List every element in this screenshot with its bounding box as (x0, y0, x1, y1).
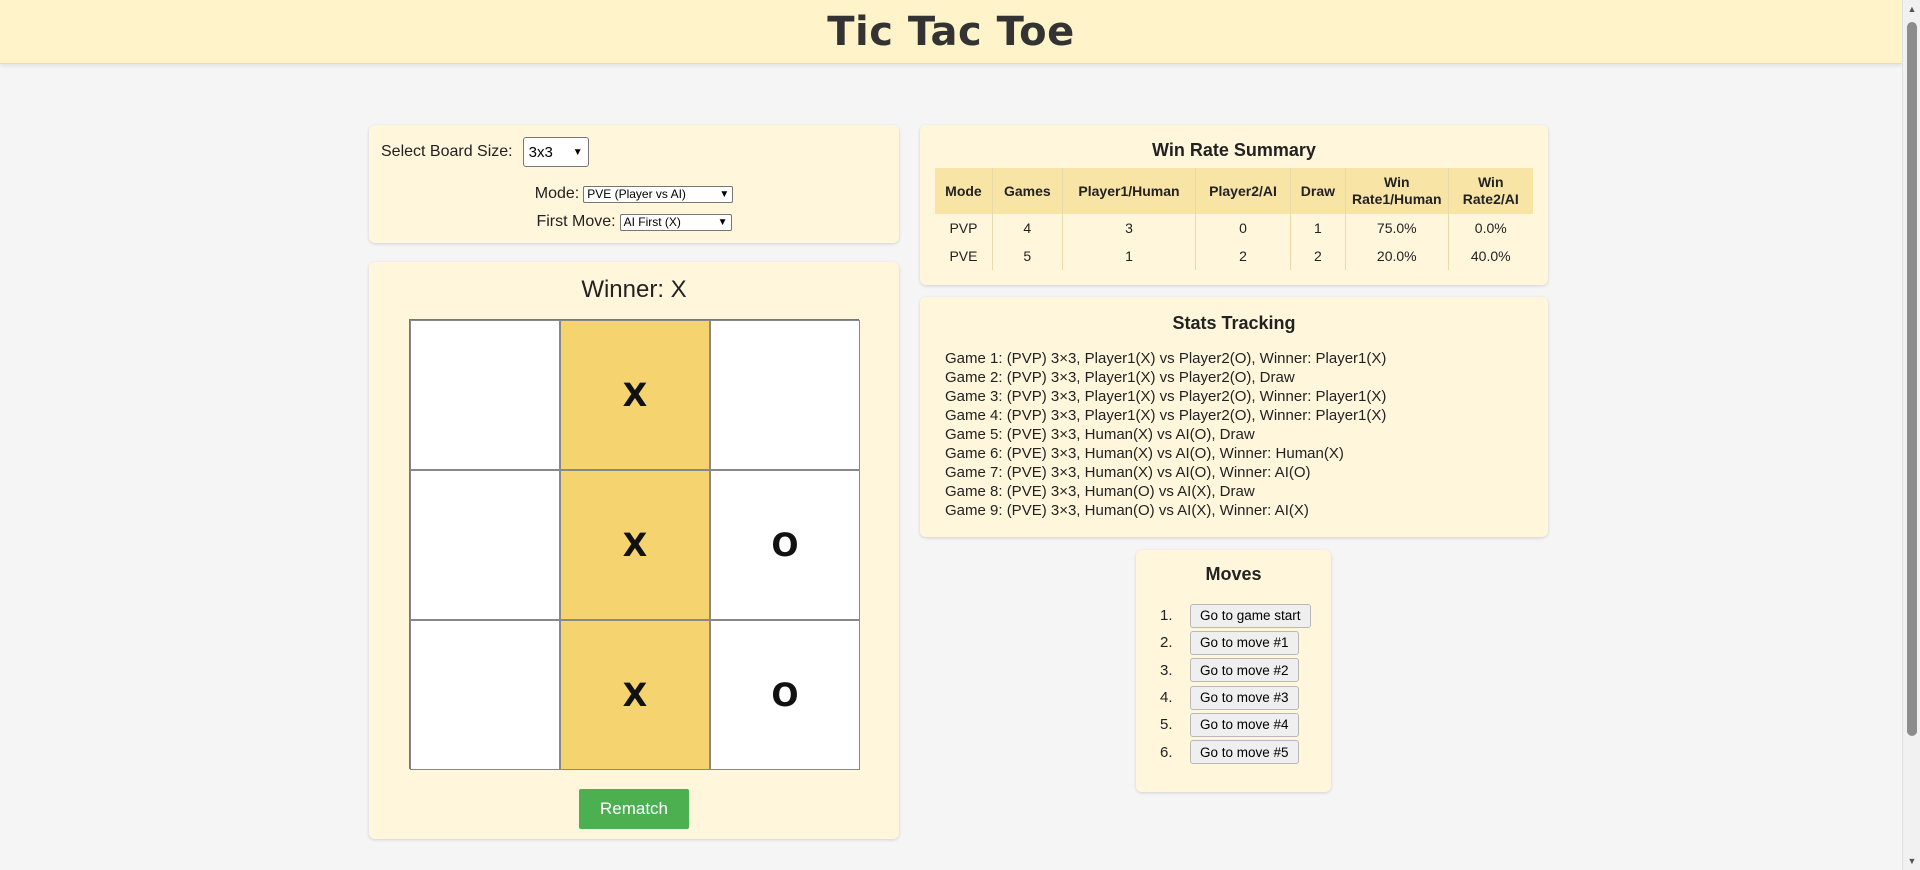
column-header: Win Rate1/Human (1345, 168, 1449, 214)
table-cell: 2 (1195, 242, 1291, 270)
win-rate-table: Mode Games Player1/Human Player2/AI Draw… (935, 168, 1533, 270)
go-to-move-button[interactable]: Go to move #3 (1190, 685, 1299, 710)
table-cell: 0.0% (1474, 220, 1507, 236)
table-cell: 1 (1290, 214, 1347, 242)
go-to-move-button[interactable]: Go to move #5 (1190, 740, 1299, 765)
board-size-row: Select Board Size: 3x3 ▼ (381, 137, 589, 167)
first-move-row: First Move: AI First (X) ▼ (369, 213, 899, 231)
column-header: Draw (1290, 168, 1347, 214)
list-item: Game 1: (PVP) 3×3, Player1(X) vs Player2… (945, 350, 1387, 367)
list-item: Game 4: (PVP) 3×3, Player1(X) vs Player2… (945, 407, 1387, 424)
list-item: Game 3: (PVP) 3×3, Player1(X) vs Player2… (945, 388, 1387, 405)
move-number: 4. (1160, 689, 1173, 707)
moves-panel: Moves 1. Go to game start 2. Go to move … (1136, 550, 1331, 792)
table-cell: 75.0% (1345, 214, 1449, 242)
board-cell[interactable] (710, 320, 860, 470)
settings-panel: Select Board Size: 3x3 ▼ Mode: PVE (Play… (369, 125, 899, 243)
stats-title: Stats Tracking (1172, 313, 1296, 333)
board-cell[interactable] (410, 470, 560, 620)
chevron-down-icon: ▼ (719, 188, 730, 200)
move-number: 3. (1160, 661, 1173, 679)
table-cell: 20.0% (1345, 242, 1449, 270)
first-move-label: First Move: (536, 213, 616, 230)
go-to-move-button[interactable]: Go to move #2 (1190, 658, 1299, 683)
go-to-move-button[interactable]: Go to move #1 (1190, 630, 1299, 655)
board-size-select[interactable]: 3x3 ▼ (522, 137, 589, 167)
list-item: Game 5: (PVE) 3×3, Human(X) vs AI(O), Dr… (945, 426, 1255, 443)
table-cell: 0 (1195, 214, 1291, 242)
game-status: Winner: X (581, 276, 687, 303)
column-header: Player2/AI (1195, 168, 1291, 214)
list-item: 6. Go to move #5 (1160, 738, 1311, 765)
first-move-value: AI First (X) (623, 215, 681, 229)
board-cell[interactable]: O (710, 470, 860, 620)
triangle-up-icon[interactable]: ▲ (1903, 0, 1920, 18)
go-to-move-button[interactable]: Go to game start (1190, 603, 1311, 628)
board-cell[interactable]: O (710, 620, 860, 770)
list-item: 5. Go to move #4 (1160, 711, 1311, 738)
moves-list: 1. Go to game start 2. Go to move #1 3. … (1160, 602, 1311, 766)
table-cell: 4 (992, 214, 1063, 242)
board-cell[interactable]: X (560, 320, 710, 470)
table-cell: 40.0% (1470, 248, 1511, 264)
game-board: X X O X O (409, 319, 860, 770)
first-move-select[interactable]: AI First (X) ▼ (619, 213, 732, 231)
board-cell[interactable]: X (560, 470, 710, 620)
moves-title: Moves (1205, 564, 1262, 584)
game-panel: Winner: X X X O X O Rematch (369, 262, 899, 839)
mode-row: Mode: PVE (Player vs AI) ▼ (369, 185, 899, 203)
win-rate-panel: Win Rate Summary Mode Games Player1/Huma… (920, 125, 1548, 285)
table-cell: 2 (1290, 242, 1347, 270)
move-number: 6. (1160, 743, 1173, 761)
column-header: Mode (935, 168, 993, 214)
board-cell[interactable]: X (560, 620, 710, 770)
list-item: Game 8: (PVE) 3×3, Human(O) vs AI(X), Dr… (945, 483, 1255, 500)
list-item: 1. Go to game start (1160, 602, 1311, 629)
list-item: 4. Go to move #3 (1160, 684, 1311, 711)
mode-label: Mode: (534, 185, 580, 202)
win-rate-title: Win Rate Summary (1152, 140, 1316, 160)
chevron-down-icon: ▼ (572, 146, 583, 158)
board-size-label: Select Board Size: (381, 143, 513, 160)
column-header: Games (992, 168, 1063, 214)
stats-list: Game 1: (PVP) 3×3, Player1(X) vs Player2… (945, 349, 1386, 520)
table-header-row: Mode Games Player1/Human Player2/AI Draw… (935, 168, 1533, 214)
table-cell: 3 (1062, 214, 1197, 242)
scrollbar-thumb[interactable] (1907, 22, 1917, 736)
move-number: 5. (1160, 716, 1173, 734)
table-cell: PVP (935, 214, 993, 242)
mode-value: PVE (Player vs AI) (587, 187, 686, 201)
table-cell: 1 (1062, 242, 1197, 270)
list-item: Game 6: (PVE) 3×3, Human(X) vs AI(O), Wi… (945, 445, 1344, 462)
move-number: 1. (1160, 607, 1173, 625)
column-header: Player1/Human (1062, 168, 1197, 214)
go-to-move-button[interactable]: Go to move #4 (1190, 712, 1299, 737)
board-size-value: 3x3 (528, 143, 553, 161)
list-item: 3. Go to move #2 (1160, 657, 1311, 684)
page-title: Tic Tac Toe (827, 8, 1075, 55)
table-cell: 5 (992, 242, 1063, 270)
vertical-scrollbar[interactable]: ▲ ▼ (1902, 0, 1920, 870)
list-item: Game 2: (PVP) 3×3, Player1(X) vs Player2… (945, 369, 1295, 386)
table-row: PVE 5 1 2 2 20.0% 40.0% (935, 242, 1533, 270)
stats-panel: Stats Tracking Game 1: (PVP) 3×3, Player… (920, 297, 1548, 537)
table-row: PVP 4 3 0 1 75.0% 0.0% (935, 214, 1533, 242)
column-header: Win Rate2/AI (1448, 168, 1533, 214)
board-cell[interactable] (410, 620, 560, 770)
chevron-down-icon: ▼ (717, 216, 728, 228)
mode-select[interactable]: PVE (Player vs AI) ▼ (583, 185, 734, 203)
list-item: Game 7: (PVE) 3×3, Human(X) vs AI(O), Wi… (945, 464, 1311, 481)
rematch-button[interactable]: Rematch (579, 789, 689, 829)
table-cell: PVE (935, 242, 993, 270)
list-item: Game 9: (PVE) 3×3, Human(O) vs AI(X), Wi… (945, 502, 1309, 519)
app-header: Tic Tac Toe (0, 0, 1902, 64)
board-cell[interactable] (410, 320, 560, 470)
move-number: 2. (1160, 634, 1173, 652)
triangle-down-icon[interactable]: ▼ (1903, 852, 1920, 870)
list-item: 2. Go to move #1 (1160, 629, 1311, 656)
